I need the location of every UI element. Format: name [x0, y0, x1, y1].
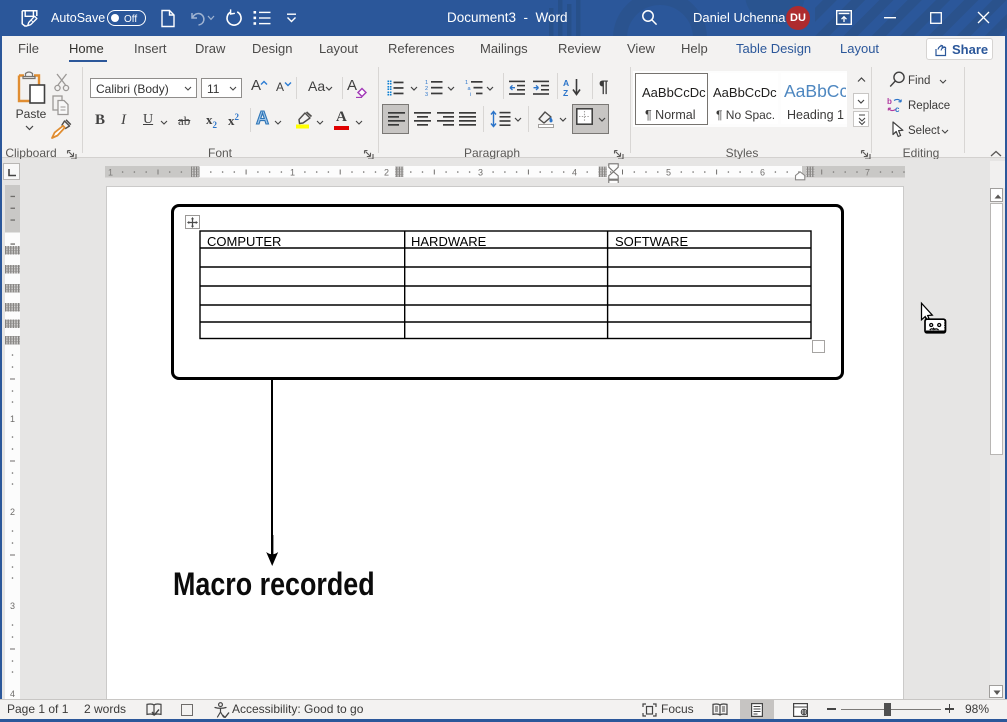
svg-text:i: i	[470, 92, 471, 96]
svg-text:Z: Z	[563, 88, 568, 97]
svg-text:c: c	[895, 105, 900, 113]
svg-text:2: 2	[384, 168, 389, 178]
svg-text:2: 2	[10, 507, 15, 517]
svg-text:3: 3	[425, 92, 428, 96]
svg-text:3: 3	[10, 601, 15, 611]
svg-text:5: 5	[666, 168, 671, 178]
svg-text:6: 6	[760, 168, 765, 178]
svg-text:4: 4	[10, 689, 15, 699]
svg-text:1: 1	[10, 414, 15, 424]
svg-text:b: b	[887, 97, 892, 106]
svg-text:1: 1	[290, 168, 295, 178]
svg-text:7: 7	[865, 168, 870, 178]
svg-text:1: 1	[108, 168, 113, 178]
svg-text:A: A	[563, 78, 569, 88]
svg-text:4: 4	[572, 168, 577, 178]
svg-text:3: 3	[478, 168, 483, 178]
